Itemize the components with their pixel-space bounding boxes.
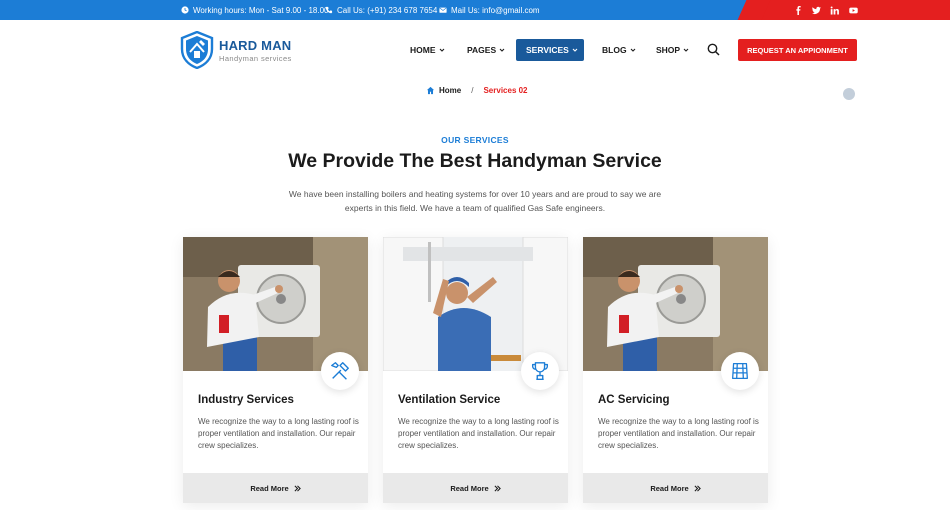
linkedin-icon[interactable]: [828, 0, 840, 20]
breadcrumb-current: Services 02: [483, 85, 528, 95]
roof-tiles-icon: [721, 352, 759, 390]
search-icon[interactable]: [707, 43, 720, 56]
clock-icon: [181, 6, 189, 14]
service-card-image[interactable]: [183, 237, 368, 371]
mail-icon: [439, 6, 447, 14]
youtube-icon[interactable]: [847, 0, 859, 20]
read-more-label: Read More: [250, 483, 289, 493]
service-card-text: We recognize the way to a long lasting r…: [598, 417, 759, 450]
nav-home-label: HOME: [410, 45, 436, 55]
phone-contact[interactable]: Call Us: (+91) 234 678 7654: [325, 0, 437, 20]
logo-shield-icon[interactable]: [180, 30, 214, 70]
phone-icon: [325, 6, 333, 14]
nav-pages[interactable]: PAGES: [467, 39, 505, 61]
read-more-label: Read More: [450, 483, 489, 493]
double-chevron-right-icon: [494, 485, 501, 492]
nav-blog[interactable]: BLOG: [602, 39, 636, 61]
service-card: AC Servicing We recognize the way to a l…: [583, 237, 768, 503]
nav-home[interactable]: HOME: [410, 39, 445, 61]
service-card: Industry Services We recognize the way t…: [183, 237, 368, 503]
brand-name[interactable]: HARD MAN: [219, 38, 291, 53]
chevron-down-icon: [683, 47, 689, 53]
read-more-button[interactable]: Read More: [183, 473, 368, 503]
service-card-text: We recognize the way to a long lasting r…: [198, 417, 359, 450]
double-chevron-right-icon: [694, 485, 701, 492]
breadcrumb-home-link[interactable]: Home: [439, 86, 461, 95]
nav-shop[interactable]: SHOP: [656, 39, 689, 61]
nav-services[interactable]: SERVICES: [516, 39, 584, 61]
service-card-title[interactable]: Ventilation Service: [398, 394, 500, 406]
facebook-icon[interactable]: [792, 0, 804, 20]
chevron-down-icon: [439, 47, 445, 53]
read-more-button[interactable]: Read More: [583, 473, 768, 503]
nav-blog-label: BLOG: [602, 45, 627, 55]
breadcrumb-separator: /: [471, 85, 474, 95]
service-card-title[interactable]: Industry Services: [198, 394, 294, 406]
home-icon[interactable]: [426, 86, 435, 95]
section-intro: We have been installing boilers and heat…: [288, 189, 662, 213]
mail-text: Mail Us: info@gmail.com: [451, 5, 540, 15]
breadcrumb: Home / Services 02: [426, 84, 528, 96]
service-card-image[interactable]: [383, 237, 568, 371]
read-more-button[interactable]: Read More: [383, 473, 568, 503]
section-headline: We Provide The Best Handyman Service: [288, 150, 662, 172]
chevron-down-icon: [630, 47, 636, 53]
service-card: Ventilation Service We recognize the way…: [383, 237, 568, 503]
double-chevron-right-icon: [294, 485, 301, 492]
chevron-down-icon: [572, 47, 578, 53]
working-hours-text: Working hours: Mon - Sat 9.00 - 18.00: [193, 5, 329, 15]
twitter-icon[interactable]: [810, 0, 822, 20]
service-card-title[interactable]: AC Servicing: [598, 394, 670, 406]
nav-services-label: SERVICES: [526, 45, 569, 55]
brand-tagline: Handyman services: [219, 54, 292, 63]
request-appointment-button[interactable]: REQUEST AN APPIONMENT: [738, 39, 857, 61]
service-card-text: We recognize the way to a long lasting r…: [398, 417, 559, 450]
nav-shop-label: SHOP: [656, 45, 681, 55]
tools-icon: [321, 352, 359, 390]
working-hours: Working hours: Mon - Sat 9.00 - 18.00: [181, 0, 328, 20]
scroll-indicator[interactable]: [843, 88, 855, 100]
trophy-icon: [521, 352, 559, 390]
service-card-image[interactable]: [583, 237, 768, 371]
section-eyebrow: OUR SERVICES: [441, 135, 509, 145]
nav-pages-label: PAGES: [467, 45, 497, 55]
mail-contact[interactable]: Mail Us: info@gmail.com: [439, 0, 540, 20]
chevron-down-icon: [499, 47, 505, 53]
phone-text: Call Us: (+91) 234 678 7654: [337, 5, 438, 15]
read-more-label: Read More: [650, 483, 689, 493]
